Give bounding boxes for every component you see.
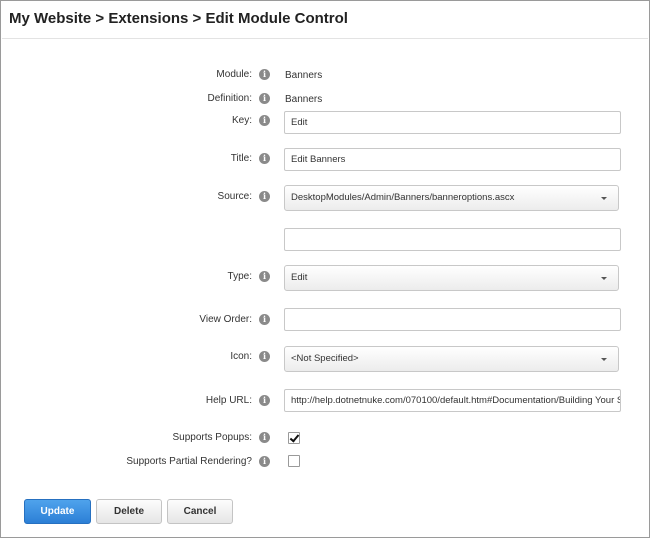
- module-value: Banners: [285, 70, 323, 81]
- breadcrumb: My Website > Extensions > Edit Module Co…: [9, 10, 348, 27]
- supports-popups-label: Supports Popups:: [172, 432, 253, 443]
- view-order-label: View Order:: [199, 314, 252, 325]
- key-label: Key:: [231, 115, 252, 126]
- supports-partial-rendering-checkbox[interactable]: [288, 455, 300, 467]
- chevron-down-icon: [601, 358, 607, 361]
- info-icon[interactable]: i: [259, 115, 270, 126]
- info-icon[interactable]: i: [259, 314, 270, 325]
- info-icon[interactable]: i: [259, 456, 270, 467]
- source-label: Source:: [217, 191, 252, 202]
- source-select[interactable]: DesktopModules/Admin/Banners/banneroptio…: [284, 185, 619, 211]
- info-icon[interactable]: i: [259, 69, 270, 80]
- chevron-down-icon: [601, 197, 607, 200]
- icon-selected-value: <Not Specified>: [291, 353, 359, 364]
- help-url-input[interactable]: http://help.dotnetnuke.com/070100/defaul…: [284, 389, 621, 412]
- info-icon[interactable]: i: [259, 153, 270, 164]
- chevron-down-icon: [601, 277, 607, 280]
- module-control-panel: My Website > Extensions > Edit Module Co…: [0, 0, 650, 538]
- info-icon[interactable]: i: [259, 351, 270, 362]
- delete-button[interactable]: Delete: [96, 499, 162, 524]
- cancel-button[interactable]: Cancel: [167, 499, 233, 524]
- info-icon[interactable]: i: [259, 93, 270, 104]
- info-icon[interactable]: i: [259, 432, 270, 443]
- view-order-input[interactable]: [284, 308, 621, 331]
- source-selected-value: DesktopModules/Admin/Banners/banneroptio…: [291, 192, 515, 203]
- source-extra-input[interactable]: [284, 228, 621, 251]
- checkmark-icon: [289, 432, 300, 443]
- icon-select[interactable]: <Not Specified>: [284, 346, 619, 372]
- module-label: Module:: [216, 69, 252, 80]
- title-divider: [2, 38, 648, 39]
- type-label: Type:: [227, 271, 252, 282]
- help-url-label: Help URL:: [205, 395, 252, 406]
- info-icon[interactable]: i: [259, 395, 270, 406]
- type-selected-value: Edit: [291, 272, 308, 283]
- info-icon[interactable]: i: [259, 191, 270, 202]
- type-select[interactable]: Edit: [284, 265, 619, 291]
- supports-partial-rendering-label: Supports Partial Rendering?: [126, 456, 252, 467]
- definition-value: Banners: [285, 94, 323, 105]
- title-label: Title:: [230, 153, 252, 164]
- info-icon[interactable]: i: [259, 271, 270, 282]
- icon-label: Icon:: [230, 351, 252, 362]
- key-input[interactable]: Edit: [284, 111, 621, 134]
- update-button[interactable]: Update: [24, 499, 91, 524]
- definition-label: Definition:: [207, 93, 252, 104]
- title-input[interactable]: Edit Banners: [284, 148, 621, 171]
- supports-popups-checkbox[interactable]: [288, 432, 300, 444]
